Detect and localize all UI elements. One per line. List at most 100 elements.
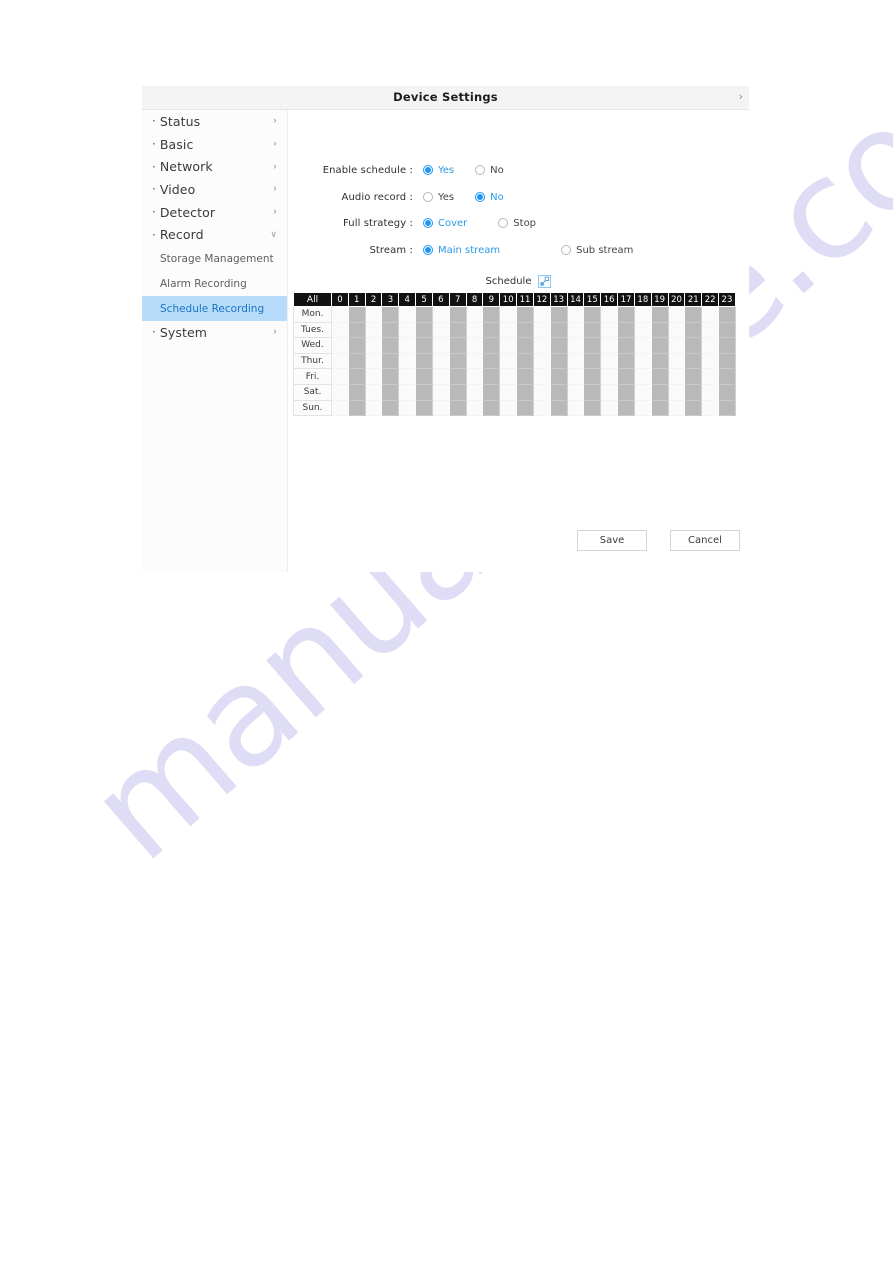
schedule-slot[interactable] [533, 368, 551, 385]
schedule-slot[interactable] [567, 384, 585, 401]
schedule-slot[interactable] [398, 384, 417, 401]
schedule-slot[interactable] [415, 353, 433, 370]
schedule-slot[interactable] [516, 368, 534, 385]
schedule-slot[interactable] [516, 384, 534, 401]
schedule-slot[interactable] [365, 337, 383, 354]
schedule-slot[interactable] [684, 306, 703, 323]
schedule-slot[interactable] [701, 384, 720, 401]
schedule-slot[interactable] [499, 368, 518, 385]
schedule-slot[interactable] [499, 353, 518, 370]
schedule-slot[interactable] [600, 306, 619, 323]
schedule-slot[interactable] [482, 384, 501, 401]
schedule-slot[interactable] [381, 368, 400, 385]
schedule-slot[interactable] [533, 322, 551, 339]
schedule-slot[interactable] [499, 337, 518, 354]
schedule-slot[interactable] [415, 322, 433, 339]
schedule-hour-header-14[interactable]: 14 [566, 292, 585, 307]
schedule-slot[interactable] [718, 368, 736, 385]
schedule-slot[interactable] [550, 322, 568, 339]
schedule-slot[interactable] [381, 384, 400, 401]
schedule-slot[interactable] [617, 337, 635, 354]
schedule-slot[interactable] [516, 337, 534, 354]
schedule-slot[interactable] [583, 384, 602, 401]
schedule-hour-header-10[interactable]: 10 [499, 292, 518, 307]
schedule-slot[interactable] [348, 337, 366, 354]
schedule-hour-header-18[interactable]: 18 [633, 292, 652, 307]
schedule-slot[interactable] [499, 400, 518, 417]
schedule-slot[interactable] [718, 337, 736, 354]
schedule-slot[interactable] [617, 368, 635, 385]
schedule-slot[interactable] [668, 368, 686, 385]
schedule-slot[interactable] [432, 353, 450, 370]
schedule-slot[interactable] [684, 368, 703, 385]
chevron-right-icon[interactable]: › [739, 90, 743, 103]
schedule-slot[interactable] [449, 322, 467, 339]
schedule-slot[interactable] [432, 322, 450, 339]
schedule-slot[interactable] [550, 337, 568, 354]
schedule-slot[interactable] [365, 400, 383, 417]
sidebar-subitem-alarm-recording[interactable]: Alarm Recording [142, 271, 287, 296]
schedule-hour-header-22[interactable]: 22 [701, 292, 720, 307]
schedule-slot[interactable] [684, 400, 703, 417]
schedule-grid[interactable]: All 0 1 2 3 4 5 6 7 8 9 10 11 12 13 14 15 16 17 18 19 20 21 22 2… [293, 292, 736, 417]
schedule-slot[interactable] [651, 337, 669, 354]
schedule-slot[interactable] [381, 400, 400, 417]
schedule-hour-header-3[interactable]: 3 [381, 292, 400, 307]
schedule-slot[interactable] [516, 306, 534, 323]
schedule-slot[interactable] [600, 337, 619, 354]
schedule-slot[interactable] [331, 400, 349, 417]
radio-no[interactable]: No [475, 192, 504, 203]
schedule-slot[interactable] [365, 368, 383, 385]
schedule-day-label[interactable]: Mon. [293, 306, 332, 323]
schedule-slot[interactable] [668, 400, 686, 417]
schedule-slot[interactable] [499, 384, 518, 401]
schedule-slot[interactable] [381, 322, 400, 339]
schedule-slot[interactable] [348, 384, 366, 401]
schedule-select-all[interactable]: All [293, 292, 332, 307]
schedule-slot[interactable] [651, 384, 669, 401]
schedule-slot[interactable] [567, 353, 585, 370]
schedule-slot[interactable] [415, 306, 433, 323]
schedule-slot[interactable] [449, 400, 467, 417]
schedule-slot[interactable] [583, 322, 602, 339]
schedule-hour-header-5[interactable]: 5 [415, 292, 433, 307]
schedule-slot[interactable] [398, 322, 417, 339]
schedule-slot[interactable] [550, 368, 568, 385]
schedule-slot[interactable] [415, 384, 433, 401]
schedule-slot[interactable] [701, 353, 720, 370]
schedule-slot[interactable] [516, 322, 534, 339]
schedule-hour-header-8[interactable]: 8 [465, 292, 484, 307]
schedule-slot[interactable] [365, 353, 383, 370]
schedule-slot[interactable] [466, 384, 484, 401]
schedule-hour-header-21[interactable]: 21 [684, 292, 703, 307]
schedule-slot[interactable] [331, 337, 349, 354]
schedule-hour-header-16[interactable]: 16 [600, 292, 619, 307]
schedule-slot[interactable] [583, 400, 602, 417]
schedule-slot[interactable] [331, 322, 349, 339]
schedule-slot[interactable] [415, 337, 433, 354]
schedule-slot[interactable] [331, 306, 349, 323]
schedule-slot[interactable] [466, 322, 484, 339]
schedule-slot[interactable] [398, 337, 417, 354]
schedule-slot[interactable] [718, 353, 736, 370]
schedule-hour-header-20[interactable]: 20 [667, 292, 686, 307]
schedule-slot[interactable] [466, 337, 484, 354]
schedule-slot[interactable] [348, 322, 366, 339]
schedule-slot[interactable] [567, 306, 585, 323]
schedule-slot[interactable] [499, 306, 518, 323]
schedule-slot[interactable] [482, 306, 501, 323]
schedule-slot[interactable] [567, 368, 585, 385]
save-button[interactable]: Save [577, 530, 647, 551]
expand-icon[interactable] [538, 274, 552, 288]
schedule-slot[interactable] [381, 306, 400, 323]
schedule-slot[interactable] [482, 353, 501, 370]
schedule-hour-header-15[interactable]: 15 [583, 292, 602, 307]
schedule-slot[interactable] [550, 353, 568, 370]
schedule-slot[interactable] [398, 353, 417, 370]
schedule-slot[interactable] [533, 384, 551, 401]
sidebar-item-detector[interactable]: · Detector › [142, 201, 287, 224]
schedule-slot[interactable] [449, 368, 467, 385]
schedule-day-label[interactable]: Fri. [293, 368, 332, 385]
schedule-slot[interactable] [668, 384, 686, 401]
schedule-slot[interactable] [701, 306, 720, 323]
